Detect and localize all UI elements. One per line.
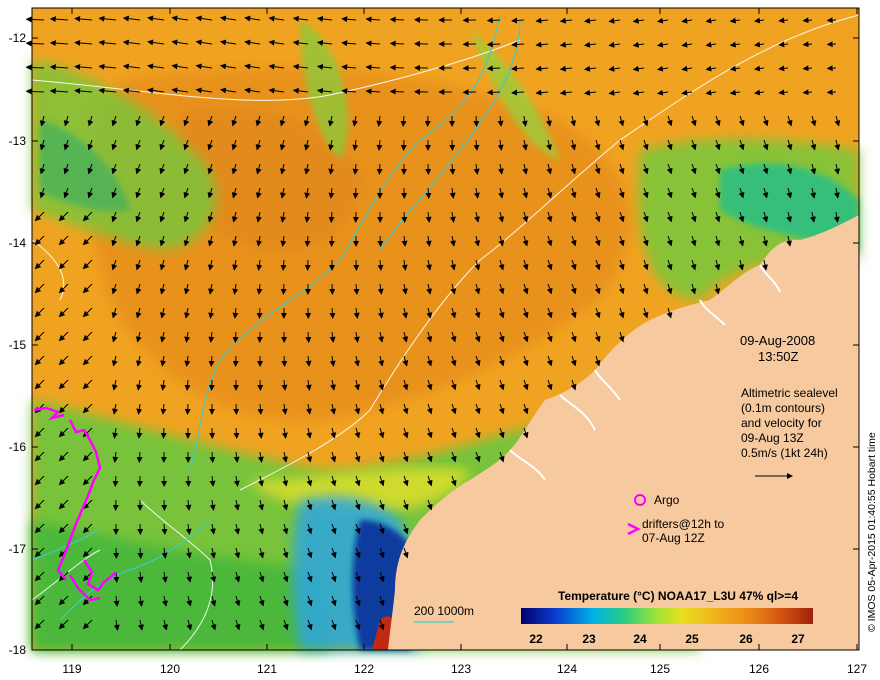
- lat-tick: -15: [8, 338, 26, 352]
- velocity-arrow-icon: [281, 355, 288, 367]
- altimetry-line: 0.5m/s (1kt 24h): [741, 446, 828, 460]
- velocity-arrow-icon: [304, 259, 311, 271]
- velocity-arrow-icon: [486, 41, 501, 48]
- velocity-arrow-icon: [401, 211, 408, 223]
- velocity-arrow-icon: [473, 115, 480, 127]
- argo-label: Argo: [654, 493, 680, 507]
- velocity-arrow-icon: [376, 163, 383, 175]
- velocity-arrow-icon: [389, 64, 405, 71]
- credit-text: © IMOS 05-Apr-2015 01:40:55 Hobart time: [866, 432, 878, 632]
- lat-tick: -18: [8, 643, 26, 657]
- velocity-arrow-icon: [802, 41, 813, 48]
- velocity-arrow-icon: [161, 499, 168, 511]
- velocity-arrow-icon: [400, 139, 407, 151]
- lat-tick: -12: [8, 31, 26, 45]
- altimetry-line: Altimetric sealevel: [741, 386, 838, 400]
- colorbar-tick: 26: [739, 632, 753, 646]
- velocity-arrow-icon: [209, 451, 216, 463]
- lon-tick: 122: [353, 662, 375, 676]
- velocity-arrow-icon: [353, 259, 360, 271]
- velocity-arrow-icon: [826, 41, 837, 48]
- velocity-arrow-icon: [305, 331, 312, 343]
- lat-tick: -13: [8, 134, 26, 148]
- sst-map-figure: -12 -13 -14 -15 -16 -17 -18 119 120 121 …: [0, 0, 880, 680]
- velocity-arrow-icon: [352, 187, 359, 199]
- velocity-arrow-icon: [184, 403, 191, 415]
- colorbar-title: Temperature (°C) NOAA17_L3U 47% ql>=4: [558, 589, 798, 603]
- lon-tick: 126: [748, 662, 770, 676]
- bathymetry-label: 200 1000m: [414, 604, 475, 618]
- velocity-arrow-icon: [389, 88, 405, 95]
- velocity-arrow-icon: [389, 40, 405, 47]
- colorbar-tick: 22: [529, 632, 543, 646]
- colorbar-tick: 23: [582, 632, 596, 646]
- velocity-arrow-icon: [826, 17, 837, 24]
- lon-tick: 119: [62, 662, 82, 676]
- colorbar-tick: 25: [685, 632, 699, 646]
- velocity-arrow-icon: [232, 331, 239, 343]
- map-time: 13:50Z: [758, 349, 799, 364]
- velocity-arrow-icon: [486, 17, 501, 24]
- map-date: 09-Aug-2008: [740, 333, 816, 348]
- altimetry-line: (0.1m contours): [741, 401, 826, 415]
- velocity-arrow-icon: [257, 379, 264, 391]
- velocity-arrow-icon: [486, 89, 501, 96]
- lon-tick: 120: [159, 662, 181, 676]
- velocity-arrow-icon: [449, 139, 456, 151]
- lon-tick: 125: [649, 662, 671, 676]
- drifters-line: 07-Aug 12Z: [642, 531, 705, 545]
- velocity-arrow-icon: [389, 16, 405, 23]
- velocity-arrow-icon: [136, 451, 143, 463]
- lon-tick: 127: [846, 662, 868, 676]
- lat-tick: -16: [8, 440, 26, 454]
- velocity-arrow-icon: [486, 65, 501, 72]
- velocity-arrow-icon: [377, 235, 384, 247]
- lat-tick: -17: [8, 542, 26, 556]
- drifters-line: drifters@12h to: [642, 517, 725, 531]
- velocity-arrow-icon: [826, 89, 837, 96]
- velocity-arrow-icon: [280, 283, 287, 295]
- velocity-arrow-icon: [160, 427, 167, 439]
- lon-tick: 124: [556, 662, 578, 676]
- colorbar-tick: 27: [791, 632, 805, 646]
- lon-tick: 123: [450, 662, 472, 676]
- velocity-arrow-icon: [802, 17, 813, 24]
- velocity-arrow-icon: [826, 65, 837, 72]
- velocity-arrow-icon: [185, 475, 192, 487]
- lon-tick: 121: [256, 662, 278, 676]
- lat-tick: -14: [8, 236, 26, 250]
- altimetry-line: and velocity for: [741, 416, 822, 430]
- colorbar-tick: 24: [633, 632, 647, 646]
- altimetry-line: 09-Aug 13Z: [741, 431, 804, 445]
- velocity-arrow-icon: [802, 89, 813, 96]
- velocity-arrow-icon: [256, 307, 263, 319]
- colorbar: [521, 608, 813, 624]
- velocity-arrow-icon: [802, 65, 813, 72]
